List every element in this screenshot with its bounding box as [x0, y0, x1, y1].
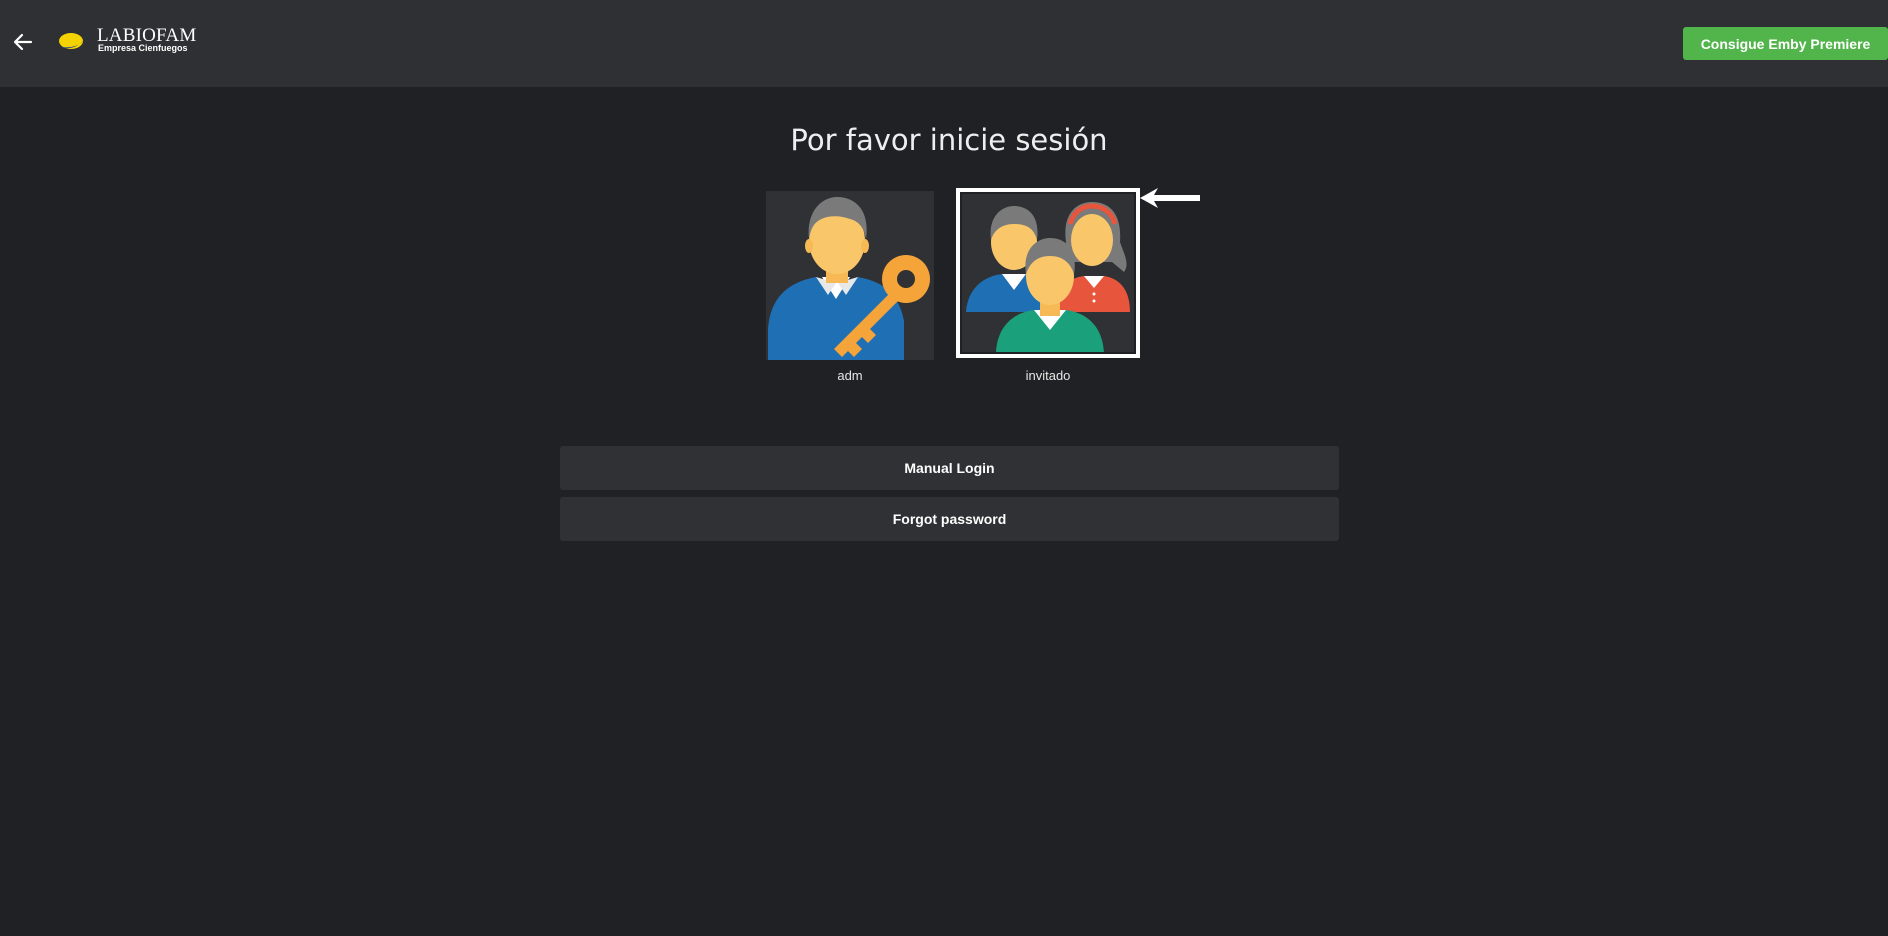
user-name: invitado	[1025, 368, 1071, 383]
labiofam-logo[interactable]: LABIOFAM Empresa Cienfuegos	[57, 26, 207, 56]
arrow-left-icon	[1140, 188, 1200, 208]
back-button[interactable]	[10, 28, 36, 56]
user-group-icon	[966, 202, 1130, 352]
page-title: Por favor inicie sesión	[790, 123, 1108, 157]
avatar	[766, 191, 934, 360]
user-name: adm	[837, 368, 863, 383]
avatar	[962, 194, 1134, 352]
admin-user-key-icon	[768, 197, 930, 360]
user-card-adm[interactable]: adm	[750, 191, 950, 386]
logo-subtitle: Empresa Cienfuegos	[98, 43, 188, 53]
arrow-left-icon	[13, 33, 33, 51]
app-header: LABIOFAM Empresa Cienfuegos Consigue Emb…	[0, 0, 1888, 87]
forgot-password-button[interactable]: Forgot password	[560, 497, 1339, 541]
logo-mark-icon	[59, 31, 90, 49]
manual-login-button[interactable]: Manual Login	[560, 446, 1339, 490]
get-premiere-button[interactable]: Consigue Emby Premiere	[1683, 27, 1888, 60]
user-card-invitado[interactable]: invitado	[948, 188, 1148, 386]
